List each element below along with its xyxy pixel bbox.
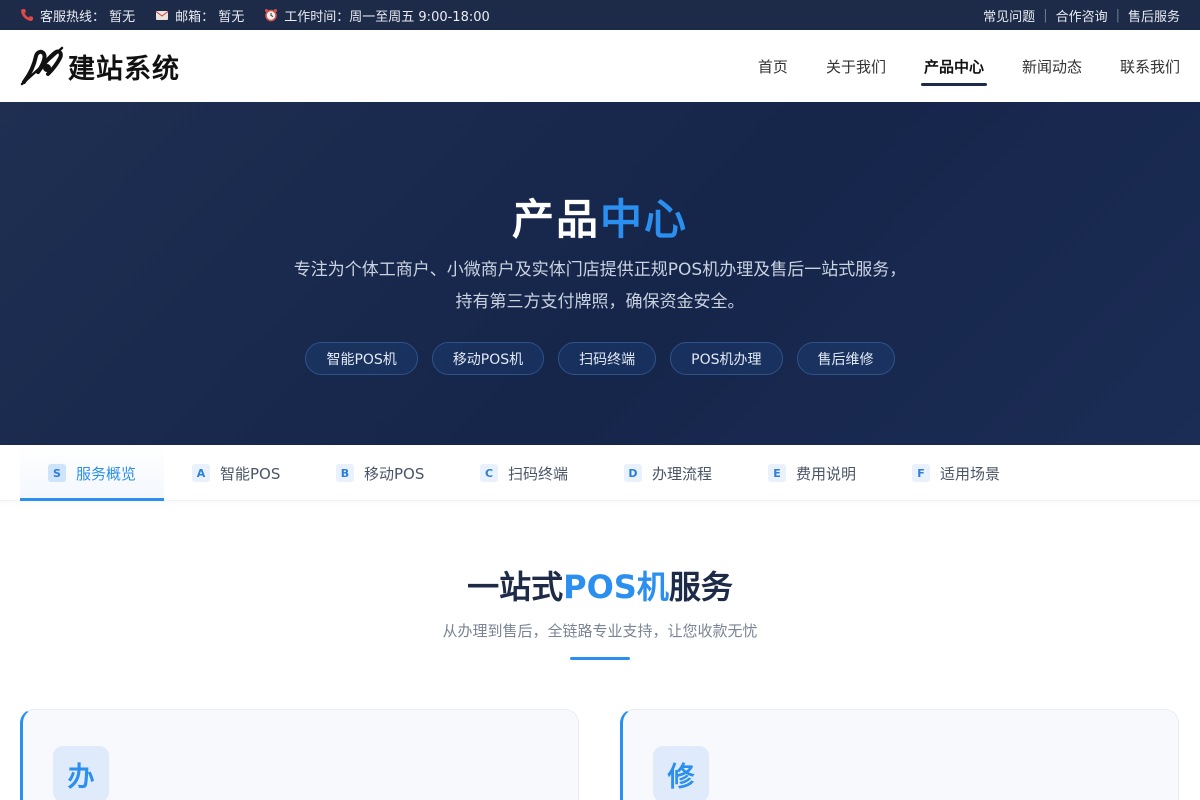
tab-badge: F: [912, 464, 930, 482]
tab-label: 费用说明: [796, 464, 857, 483]
service-card-apply[interactable]: 办: [20, 709, 579, 800]
tab-badge: A: [192, 464, 210, 482]
tab-scan-terminal[interactable]: C 扫码终端: [452, 445, 596, 501]
tab-smart-pos[interactable]: A 智能POS: [164, 445, 308, 501]
section-title-post: 服务: [668, 568, 733, 606]
divider: |: [1043, 7, 1048, 23]
faq-link[interactable]: 常见问题: [983, 6, 1035, 25]
nav-item-home[interactable]: 首页: [758, 30, 788, 102]
top-info-bar: 客服热线： 暂无 邮箱： 暂无 工作时间：周一至周五 9:00-18:00 常见…: [0, 0, 1200, 30]
logo-mark-icon: [20, 46, 64, 86]
tab-scenarios[interactable]: F 适用场景: [884, 445, 1028, 501]
section-subtitle: 从办理到售后，全链路专业支持，让您收款无忧: [442, 622, 758, 640]
hours-text: 工作时间：周一至周五 9:00-18:00: [284, 9, 490, 25]
hero-description: 专注为个体工商户、小微商户及实体门店提供正规POS机办理及售后一站式服务，持有第…: [293, 260, 907, 312]
tab-badge: B: [336, 464, 354, 482]
section-title: 一站式POS机服务: [0, 562, 1200, 608]
hero-title-highlight: 中心: [600, 195, 689, 244]
nav-item-products[interactable]: 产品中心: [920, 30, 987, 102]
nav-item-contact[interactable]: 联系我们: [1120, 30, 1180, 102]
tab-label: 移动POS: [364, 464, 425, 483]
tab-mobile-pos[interactable]: B 移动POS: [308, 445, 452, 501]
product-tabs: S 服务概览 A 智能POS B 移动POS C 扫码终端 D 办理流程 E 费…: [0, 445, 1200, 501]
cooperation-link[interactable]: 合作咨询: [1056, 6, 1108, 25]
tag-smart-pos[interactable]: 智能POS机: [305, 342, 418, 375]
tab-badge: D: [624, 464, 642, 482]
email-info: 邮箱： 暂无: [155, 6, 244, 25]
tab-badge: E: [768, 464, 786, 482]
hero-title: 产品中心: [0, 186, 1200, 247]
main-nav: 首页 关于我们 产品中心 新闻动态 联系我们: [720, 30, 1180, 102]
site-logo[interactable]: 建站系统: [20, 44, 180, 88]
nav-item-news[interactable]: 新闻动态: [1022, 30, 1082, 102]
hotline-text: 客服热线： 暂无: [40, 9, 136, 25]
hero-banner: 产品中心 专注为个体工商户、小微商户及实体门店提供正规POS机办理及售后一站式服…: [0, 102, 1200, 445]
tag-scan-terminal[interactable]: 扫码终端: [558, 342, 657, 375]
divider: |: [1115, 7, 1120, 23]
phone-icon: [21, 9, 33, 21]
tab-label: 智能POS: [220, 464, 281, 483]
tab-badge: C: [480, 464, 498, 482]
hotline-info: 客服热线： 暂无: [20, 6, 135, 25]
tag-pos-application[interactable]: POS机办理: [670, 342, 783, 375]
tag-repair[interactable]: 售后维修: [796, 342, 895, 375]
tab-label: 扫码终端: [508, 464, 569, 483]
hours-info: 工作时间：周一至周五 9:00-18:00: [264, 6, 490, 25]
tab-badge: S: [48, 464, 66, 482]
mail-icon: [155, 11, 169, 20]
hero-title-main: 产品: [511, 195, 600, 244]
alarm-clock-icon: [265, 9, 278, 22]
section-divider: [570, 657, 630, 660]
section-title-highlight: POS机: [563, 568, 669, 606]
tab-service-overview[interactable]: S 服务概览: [20, 445, 164, 501]
tab-label: 服务概览: [76, 464, 137, 483]
apply-icon: 办: [53, 746, 109, 800]
section-title-pre: 一站式: [467, 568, 564, 606]
email-text: 邮箱： 暂无: [175, 9, 245, 25]
nav-item-about[interactable]: 关于我们: [826, 30, 886, 102]
repair-icon: 修: [653, 746, 709, 800]
tab-label: 办理流程: [652, 464, 713, 483]
service-card-repair[interactable]: 修: [620, 709, 1179, 800]
tag-mobile-pos[interactable]: 移动POS机: [431, 342, 545, 375]
tab-label: 适用场景: [940, 464, 1001, 483]
after-sales-link[interactable]: 售后服务: [1128, 6, 1180, 25]
brand-name: 建站系统: [68, 53, 180, 85]
tab-fees[interactable]: E 费用说明: [740, 445, 884, 501]
site-header: 建站系统 首页 关于我们 产品中心 新闻动态 联系我们: [0, 30, 1200, 102]
hero-tags: 智能POS机 移动POS机 扫码终端 POS机办理 售后维修: [0, 342, 1200, 375]
tab-process[interactable]: D 办理流程: [596, 445, 740, 501]
